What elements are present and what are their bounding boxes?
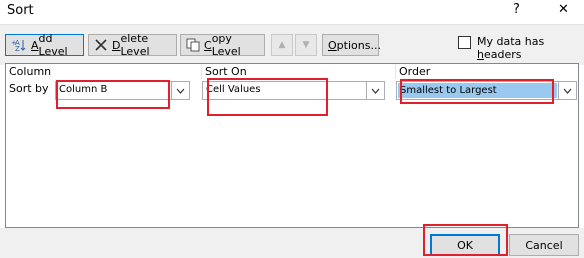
sort-levels-grid: Column Sort On Order Sort by Column B Ce… <box>5 63 579 228</box>
chevron-down-icon <box>171 82 189 99</box>
headers-checkbox[interactable] <box>458 36 471 49</box>
arrow-up-icon: ▲ <box>278 40 286 50</box>
copy-level-label: opy Level <box>211 32 241 58</box>
column-header: Column <box>6 64 202 79</box>
delete-level-label: elete Level <box>120 32 150 58</box>
ok-button[interactable]: OK <box>430 234 500 256</box>
copy-icon <box>186 38 200 52</box>
copy-level-button[interactable]: Copy Level <box>180 32 265 58</box>
column-dropdown[interactable]: Column B <box>55 81 190 100</box>
options-button[interactable]: Options... <box>322 34 381 56</box>
delete-icon <box>94 38 108 52</box>
order-dropdown[interactable]: Smallest to Largest <box>396 81 577 100</box>
options-label-underline: O <box>328 38 337 52</box>
help-icon[interactable]: ? <box>513 2 520 17</box>
sort-on-dropdown-value: Cell Values <box>206 84 261 95</box>
move-up-button[interactable]: ▲ <box>271 34 293 56</box>
sort-on-dropdown[interactable]: Cell Values <box>202 81 385 100</box>
arrow-down-icon: ▼ <box>302 40 310 50</box>
sort-on-header: Sort On <box>202 64 396 79</box>
cancel-button[interactable]: Cancel <box>509 234 579 256</box>
headers-label-rest: eaders <box>483 48 522 61</box>
dialog-footer: OK Cancel <box>0 228 584 258</box>
add-level-button[interactable]: + A Z Add Level <box>5 32 84 58</box>
dialog-title: Sort <box>7 3 34 18</box>
headers-label-underline: h <box>477 48 484 61</box>
column-dropdown-value: Column B <box>59 84 108 95</box>
add-level-icon: + A Z <box>11 38 27 52</box>
chevron-down-icon <box>558 82 576 99</box>
add-level-label: dd Level <box>38 32 68 58</box>
delete-level-label-underline: D <box>112 38 121 52</box>
sort-by-label: Sort by <box>9 82 49 95</box>
headers-label-prefix: My data has <box>477 35 545 48</box>
close-icon[interactable]: ✕ <box>558 2 569 17</box>
delete-level-button[interactable]: Delete Level <box>88 32 177 58</box>
svg-text:Z: Z <box>15 45 20 52</box>
move-down-button[interactable]: ▼ <box>295 34 317 56</box>
copy-level-label-underline: C <box>204 38 212 52</box>
order-dropdown-value: Smallest to Largest <box>398 83 557 98</box>
title-bar: Sort ? ✕ <box>0 0 584 24</box>
headers-checkbox-label[interactable]: My data has headers <box>477 35 584 61</box>
add-level-label-underline: A <box>31 38 39 52</box>
order-header: Order <box>399 65 431 78</box>
chevron-down-icon <box>366 82 384 99</box>
options-label: ptions... <box>336 38 381 52</box>
